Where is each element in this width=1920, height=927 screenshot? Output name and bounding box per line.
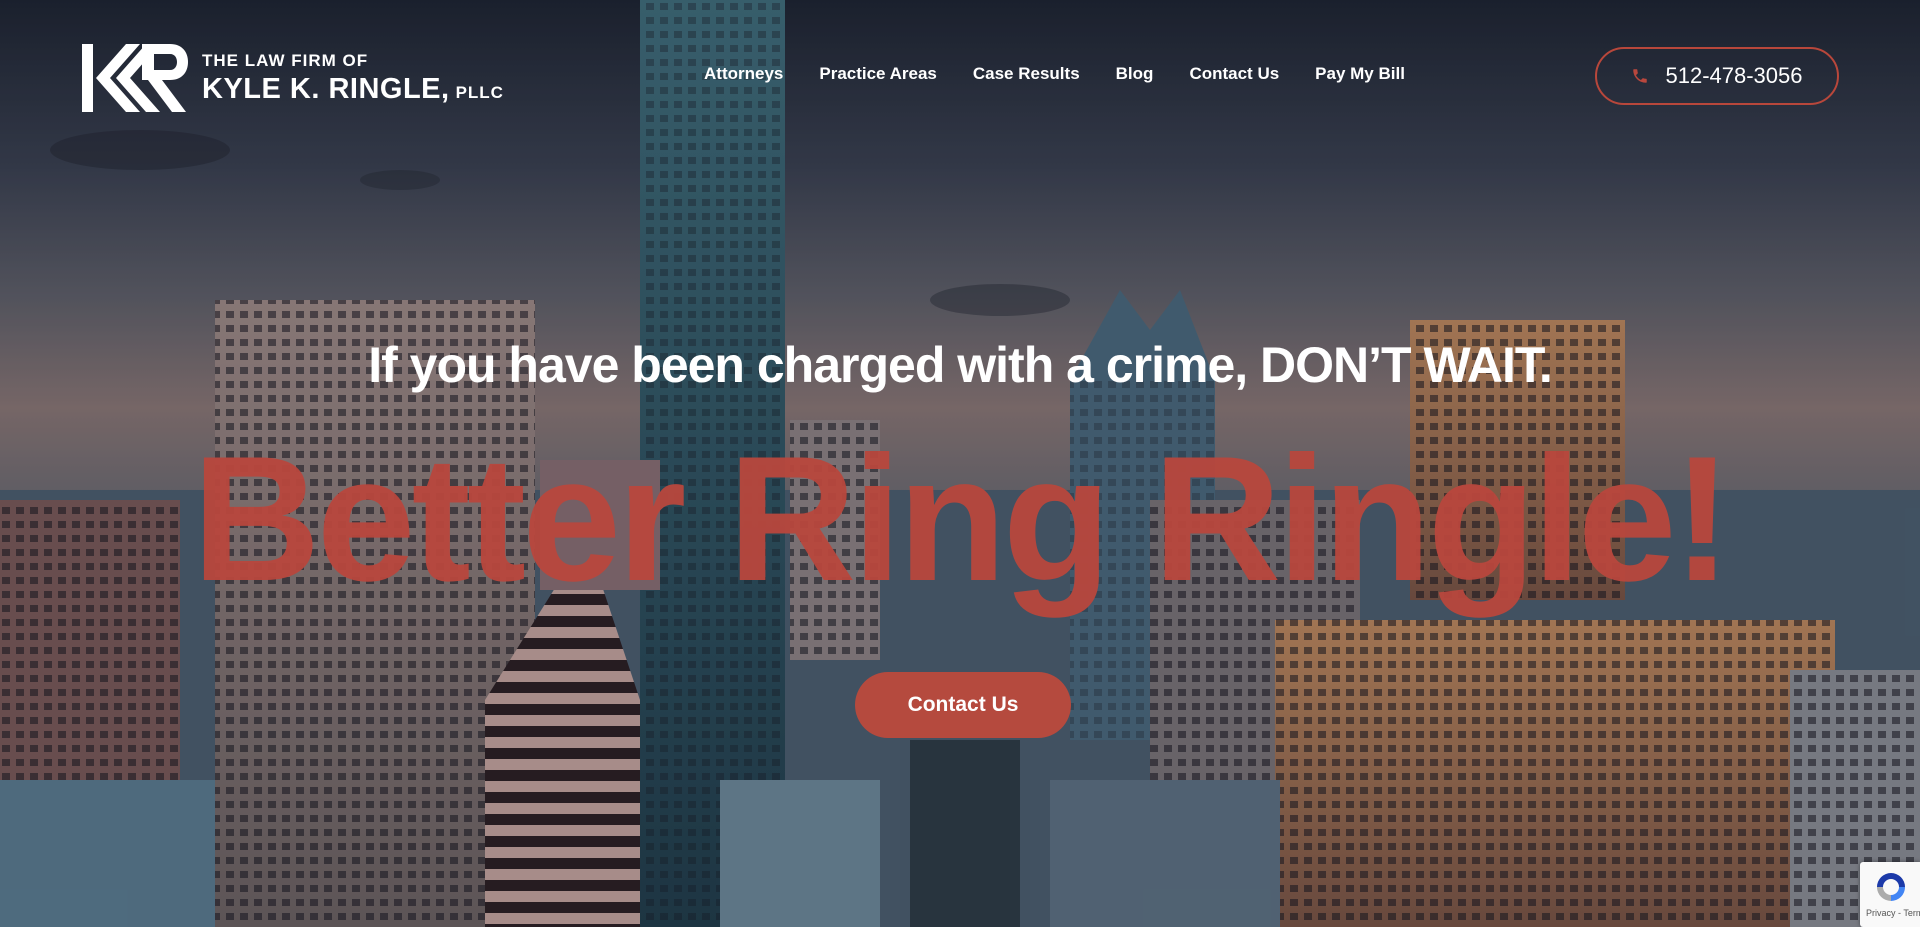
site-header: THE LAW FIRM OF KYLE K. RINGLE, PLLC Atto… — [0, 0, 1920, 150]
nav-item-pay-my-bill[interactable]: Pay My Bill — [1315, 64, 1405, 84]
logo-firm-name: KYLE K. RINGLE, — [202, 73, 450, 105]
recaptcha-icon — [1877, 873, 1905, 901]
hero-slogan: Better Ring Ringle! — [192, 419, 1732, 618]
nav-item-attorneys[interactable]: Attorneys — [704, 64, 783, 84]
main-nav: Attorneys Practice Areas Case Results Bl… — [704, 64, 1441, 84]
phone-number: 512-478-3056 — [1665, 63, 1803, 88]
contact-us-button[interactable]: Contact Us — [855, 672, 1071, 738]
hero-heading: If you have been charged with a crime, D… — [368, 337, 1553, 393]
recaptcha-privacy-terms[interactable]: Privacy - Terms — [1866, 908, 1920, 918]
logo-line2: KYLE K. RINGLE, PLLC — [202, 75, 504, 104]
site-logo[interactable]: THE LAW FIRM OF KYLE K. RINGLE, PLLC — [82, 44, 504, 112]
nav-item-practice-areas[interactable]: Practice Areas — [819, 64, 937, 84]
kr-monogram-icon — [82, 44, 188, 112]
logo-text: THE LAW FIRM OF KYLE K. RINGLE, PLLC — [202, 52, 504, 104]
phone-icon — [1633, 69, 1648, 83]
recaptcha-badge[interactable]: Privacy - Terms — [1860, 862, 1920, 927]
nav-item-case-results[interactable]: Case Results — [973, 64, 1080, 84]
logo-suffix: PLLC — [455, 83, 504, 102]
logo-line1: THE LAW FIRM OF — [202, 51, 369, 70]
phone-call-button[interactable]: 512-478-3056 — [1595, 47, 1839, 105]
nav-item-blog[interactable]: Blog — [1116, 64, 1154, 84]
nav-item-contact-us[interactable]: Contact Us — [1189, 64, 1279, 84]
page: THE LAW FIRM OF KYLE K. RINGLE, PLLC Atto… — [0, 0, 1920, 927]
